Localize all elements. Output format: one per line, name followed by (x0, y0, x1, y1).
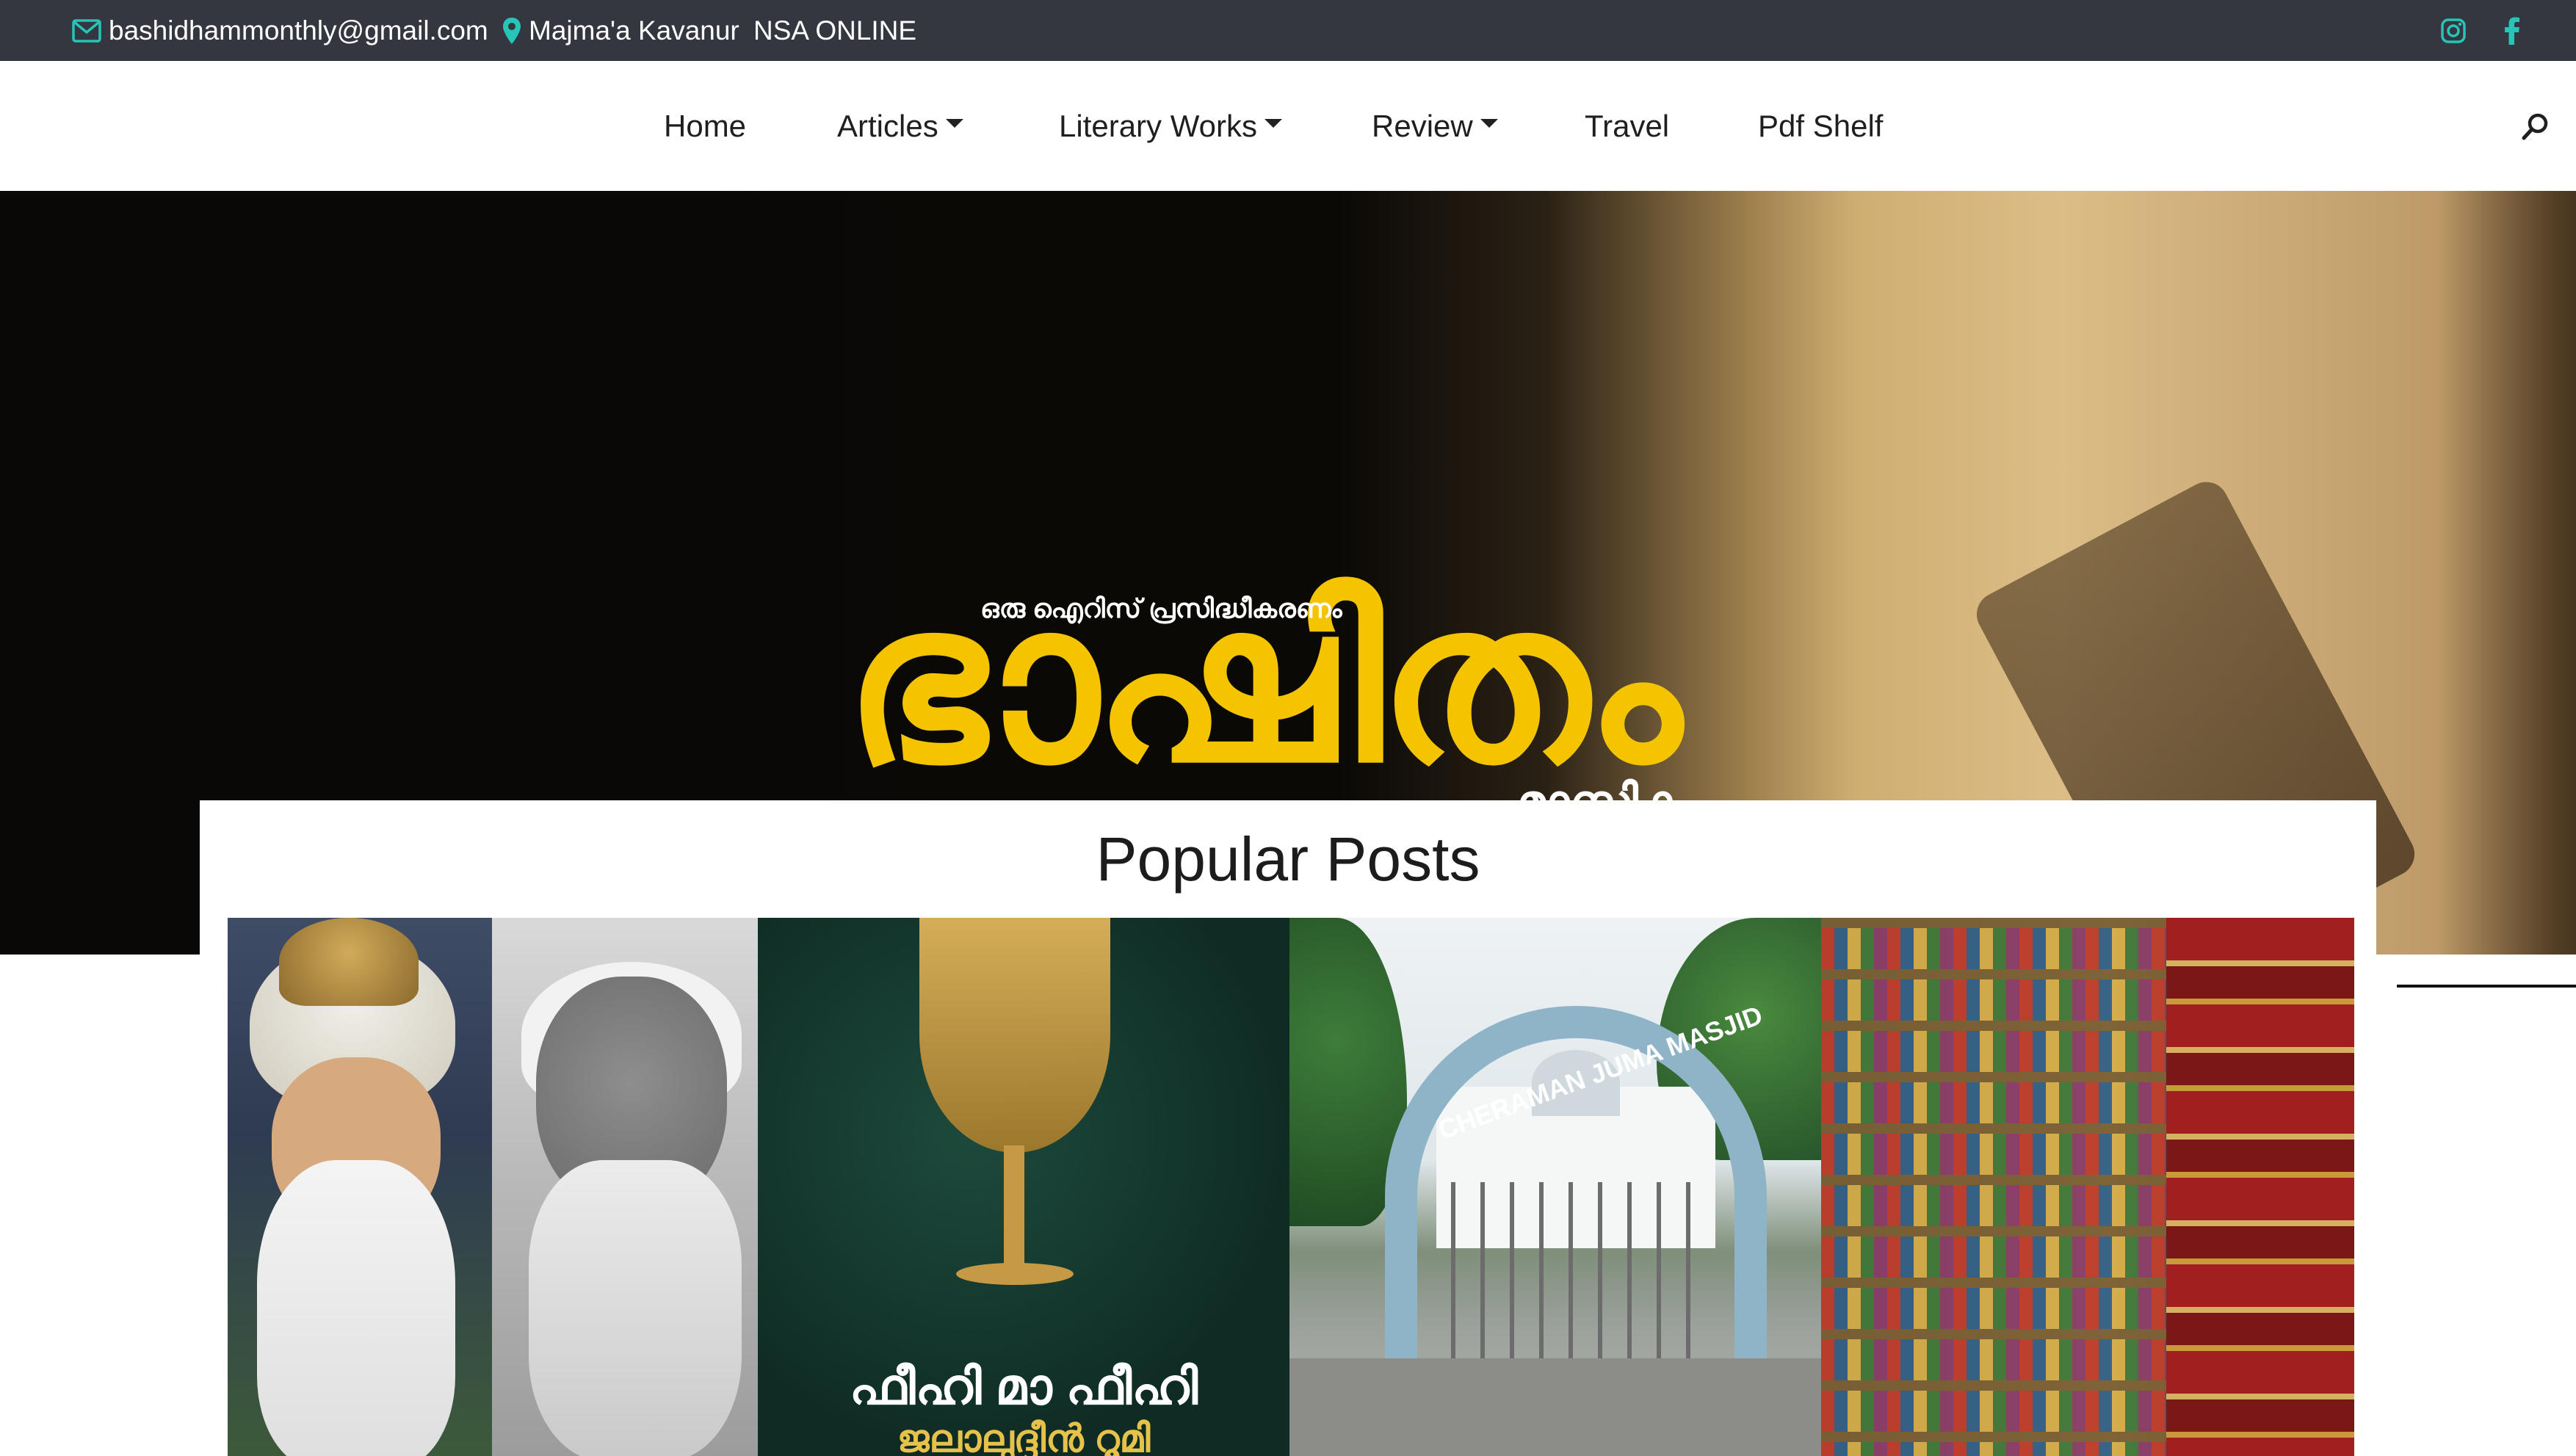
nav-item-home[interactable]: Home (664, 61, 746, 191)
nav-label-home: Home (664, 108, 747, 143)
nav-label-travel: Travel (1585, 108, 1670, 143)
nav-item-articles[interactable]: Articles (837, 61, 963, 191)
facebook-icon (2505, 17, 2519, 45)
nav-item-literary-works[interactable]: Literary Works (1059, 61, 1282, 191)
nav-item-travel[interactable]: Travel (1585, 61, 1669, 191)
email-text: bashidhammonthly@gmail.com (109, 15, 488, 46)
goblet-cup (919, 918, 1110, 1153)
email-link[interactable]: bashidhammonthly@gmail.com (72, 0, 488, 61)
beard-shape (257, 1160, 455, 1456)
envelope-icon (72, 18, 101, 43)
map-marker-icon (503, 17, 521, 44)
popular-posts-section: Popular Posts ഫീഹി മാ ഫീഹി ജലാലുദ്ദീൻ റൂ… (200, 800, 2376, 1456)
cap-shape (279, 918, 419, 1006)
search-button[interactable] (2510, 61, 2561, 191)
popular-posts-grid: ഫീഹി മാ ഫീഹി ജലാലുദ്ദീൻ റൂമി CHERAMAN JU… (228, 918, 2354, 1456)
nav-label-pdf-shelf: Pdf Shelf (1758, 108, 1884, 143)
location-text: Majma'a Kavanur (529, 15, 739, 46)
post-card-1[interactable] (228, 918, 758, 1456)
main-navigation: Home Articles Literary Works Review Trav… (0, 61, 2576, 191)
instagram-link[interactable] (2441, 0, 2466, 61)
nsa-online-link[interactable]: NSA ONLINE (753, 0, 916, 61)
caret-down-icon (1264, 118, 1282, 128)
nav-label-review: Review (1372, 108, 1473, 143)
search-icon (2522, 113, 2548, 140)
nsa-online-text: NSA ONLINE (753, 15, 917, 46)
nav-item-pdf-shelf[interactable]: Pdf Shelf (1758, 61, 1883, 191)
hero-tagline: ഒരു ഐറിസ് പ്രസിദ്ധീകരണം (980, 593, 1342, 623)
caret-down-icon (1480, 118, 1498, 128)
book-cover-author: ജലാലുദ്ദീൻ റൂമി (897, 1418, 1151, 1456)
goblet-base (956, 1263, 1074, 1285)
caret-down-icon (945, 118, 963, 128)
popular-posts-heading: Popular Posts (1096, 824, 1480, 894)
post-card-4[interactable] (1821, 918, 2354, 1456)
post-card-2[interactable]: ഫീഹി മാ ഫീഹി ജലാലുദ്ദീൻ റൂമി (758, 918, 1289, 1456)
goblet-stem (1004, 1145, 1024, 1270)
nav-label-literary-works: Literary Works (1059, 108, 1257, 143)
instagram-icon (2441, 18, 2466, 43)
entrance-gate (1451, 1182, 1701, 1366)
ground (1289, 1358, 1821, 1456)
hero-shadow-figure (2438, 191, 2576, 955)
decorative-line (2397, 985, 2576, 988)
bookshelf (1821, 918, 2166, 1456)
nav-item-review[interactable]: Review (1372, 61, 1498, 191)
book-stack (2166, 918, 2354, 1456)
top-bar: bashidhammonthly@gmail.com Majma'a Kavan… (0, 0, 2576, 61)
nav-label-articles: Articles (837, 108, 938, 143)
location-link[interactable]: Majma'a Kavanur (502, 0, 739, 61)
book-cover-title: ഫീഹി മാ ഫീഹി (849, 1359, 1198, 1415)
facebook-link[interactable] (2504, 0, 2520, 61)
beard-shape (529, 1160, 742, 1456)
post-card-3[interactable]: CHERAMAN JUMA MASJID (1289, 918, 1821, 1456)
